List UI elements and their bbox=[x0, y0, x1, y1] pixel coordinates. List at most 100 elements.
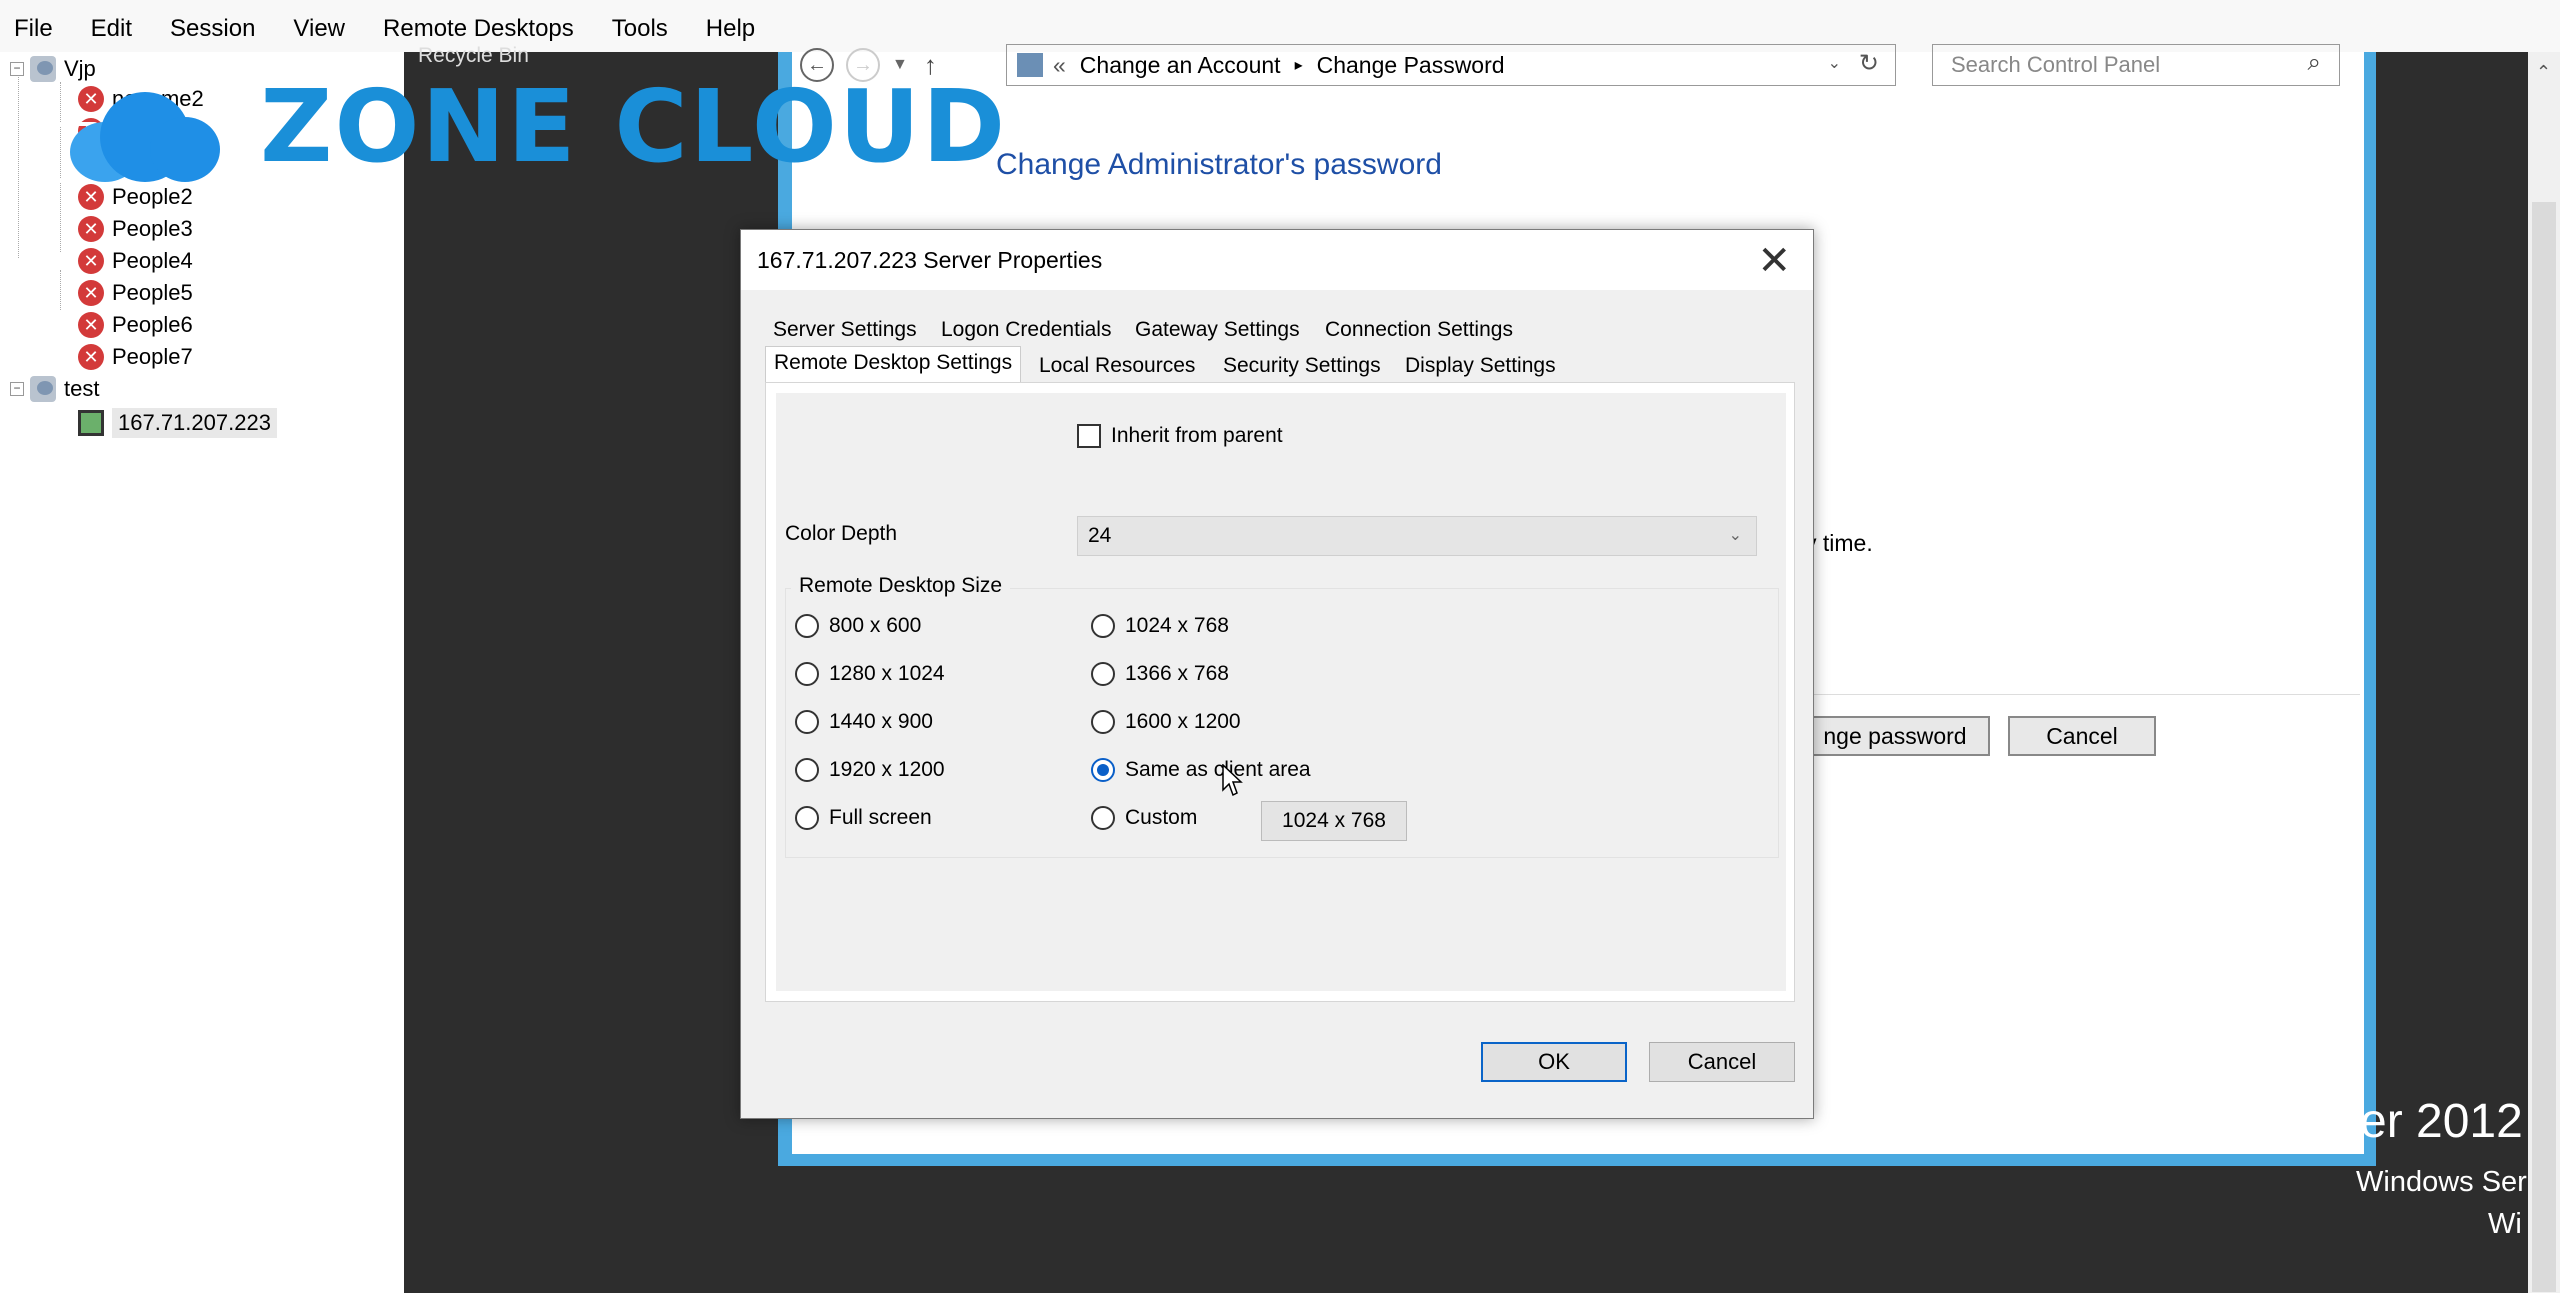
radio-1920x1200[interactable]: 1920 x 1200 bbox=[795, 758, 945, 782]
os-brand-name: Windows Ser bbox=[2356, 1166, 2527, 1198]
monitor-icon bbox=[78, 410, 104, 436]
menu-file[interactable]: File bbox=[14, 15, 53, 43]
radio-1600x1200[interactable]: 1600 x 1200 bbox=[1091, 710, 1241, 734]
cloud-icon bbox=[30, 72, 230, 182]
collapse-icon[interactable]: − bbox=[10, 382, 24, 396]
color-depth-select[interactable]: 24 ⌄ bbox=[1077, 516, 1757, 556]
tree-node-people5[interactable]: ✕ People5 bbox=[78, 280, 193, 306]
radio-1280x1024[interactable]: 1280 x 1024 bbox=[795, 662, 945, 686]
radio-1440x900[interactable]: 1440 x 900 bbox=[795, 710, 933, 734]
menu-edit[interactable]: Edit bbox=[91, 15, 132, 43]
radio-full-screen[interactable]: Full screen bbox=[795, 806, 932, 830]
radio-circle[interactable] bbox=[1091, 614, 1115, 638]
radio-label: Full screen bbox=[829, 806, 932, 829]
os-brand-version: er 2012 bbox=[2360, 1095, 2523, 1148]
radio-circle[interactable] bbox=[795, 662, 819, 686]
tab-local-resources[interactable]: Local Resources bbox=[1031, 350, 1203, 382]
tree-node-server[interactable]: 167.71.207.223 bbox=[78, 408, 277, 438]
tab-display-settings[interactable]: Display Settings bbox=[1397, 350, 1564, 382]
change-password-button[interactable]: nge password bbox=[1800, 716, 1990, 756]
radio-same-as-client-area[interactable]: Same as client area bbox=[1091, 758, 1311, 782]
radio-1366x768[interactable]: 1366 x 768 bbox=[1091, 662, 1229, 686]
custom-size-field[interactable]: 1024 x 768 bbox=[1261, 801, 1407, 841]
scroll-thumb[interactable] bbox=[2532, 202, 2556, 1292]
logo-text: ZONE CLOUD bbox=[260, 68, 1008, 185]
cp-cancel-button[interactable]: Cancel bbox=[2008, 716, 2156, 756]
menu-remote-desktops[interactable]: Remote Desktops bbox=[383, 15, 574, 43]
tab-server-settings[interactable]: Server Settings bbox=[765, 314, 925, 346]
tree-label-selected: 167.71.207.223 bbox=[112, 408, 277, 438]
menu-help[interactable]: Help bbox=[706, 15, 755, 43]
error-icon: ✕ bbox=[78, 184, 104, 210]
radio-circle[interactable] bbox=[795, 614, 819, 638]
tab-gateway-settings[interactable]: Gateway Settings bbox=[1127, 314, 1308, 346]
radio-circle[interactable] bbox=[1091, 806, 1115, 830]
chevron-down-icon[interactable]: ⌄ bbox=[1828, 53, 1841, 73]
tree-node-people3[interactable]: ✕ People3 bbox=[78, 216, 193, 242]
menu-session[interactable]: Session bbox=[170, 15, 255, 43]
error-icon: ✕ bbox=[78, 312, 104, 338]
partial-text: y time. bbox=[1805, 530, 1873, 556]
address-bar[interactable]: « Change an Account ▸ Change Password ⌄ … bbox=[1006, 44, 1896, 86]
radio-800x600[interactable]: 800 x 600 bbox=[795, 614, 921, 638]
tree-label: People5 bbox=[112, 280, 193, 305]
tree-label: test bbox=[64, 376, 100, 401]
tree-label: People2 bbox=[112, 184, 193, 209]
radio-circle[interactable] bbox=[795, 806, 819, 830]
ok-button[interactable]: OK bbox=[1481, 1042, 1627, 1082]
menu-tools[interactable]: Tools bbox=[612, 15, 668, 43]
radio-circle[interactable] bbox=[795, 758, 819, 782]
tab-remote-desktop-settings[interactable]: Remote Desktop Settings bbox=[765, 346, 1022, 384]
refresh-icon[interactable]: ↻ bbox=[1859, 49, 1879, 78]
scrollbar[interactable]: ⌃ bbox=[2528, 52, 2560, 1293]
remote-desktop-size-label: Remote Desktop Size bbox=[791, 574, 1011, 598]
tree-label: People6 bbox=[112, 312, 193, 337]
tree-node-people6[interactable]: ✕ People6 bbox=[78, 312, 193, 338]
server-properties-dialog: 167.71.207.223 Server Properties ✕ Serve… bbox=[740, 229, 1814, 1119]
collapse-icon[interactable]: − bbox=[10, 62, 24, 76]
breadcrumb-overflow[interactable]: « bbox=[1053, 52, 1066, 79]
control-panel-icon bbox=[1017, 53, 1043, 77]
dialog-titlebar: 167.71.207.223 Server Properties ✕ bbox=[741, 230, 1813, 290]
tree-node-people4[interactable]: ✕ People4 bbox=[78, 248, 193, 274]
radio-circle-selected[interactable] bbox=[1091, 758, 1115, 782]
tab-security-settings[interactable]: Security Settings bbox=[1215, 350, 1389, 382]
radio-label: 1366 x 768 bbox=[1125, 662, 1229, 685]
folder-icon bbox=[30, 376, 56, 402]
breadcrumb-change-account[interactable]: Change an Account bbox=[1080, 52, 1281, 79]
radio-label: 1440 x 900 bbox=[829, 710, 933, 733]
radio-label: 1024 x 768 bbox=[1125, 614, 1229, 637]
radio-custom[interactable]: Custom bbox=[1091, 806, 1197, 830]
radio-circle[interactable] bbox=[795, 710, 819, 734]
radio-1024x768[interactable]: 1024 x 768 bbox=[1091, 614, 1229, 638]
close-icon[interactable]: ✕ bbox=[1757, 238, 1791, 284]
tab-connection-settings[interactable]: Connection Settings bbox=[1317, 314, 1521, 346]
tree-node-people2[interactable]: ✕ People2 bbox=[78, 184, 193, 210]
tree-node-people7[interactable]: ✕ People7 bbox=[78, 344, 193, 370]
tab-logon-credentials[interactable]: Logon Credentials bbox=[933, 314, 1119, 346]
search-placeholder: Search Control Panel bbox=[1951, 52, 2161, 77]
radio-circle[interactable] bbox=[1091, 710, 1115, 734]
menu-view[interactable]: View bbox=[293, 15, 345, 43]
cancel-button[interactable]: Cancel bbox=[1649, 1042, 1795, 1082]
color-depth-label: Color Depth bbox=[785, 522, 898, 545]
recycle-bin-label: Recycle Bin bbox=[418, 44, 529, 67]
search-control-panel[interactable]: Search Control Panel ⌕ bbox=[1932, 44, 2340, 86]
radio-circle[interactable] bbox=[1091, 662, 1115, 686]
checkbox-label: Inherit from parent bbox=[1111, 424, 1283, 447]
breadcrumb-change-password[interactable]: Change Password bbox=[1317, 52, 1505, 79]
tree-line bbox=[18, 70, 19, 258]
page-title: Change Administrator's password bbox=[996, 148, 1442, 181]
chevron-down-icon: ⌄ bbox=[1728, 527, 1742, 544]
scroll-up-icon[interactable]: ⌃ bbox=[2536, 62, 2551, 83]
tree-node-test[interactable]: − test bbox=[10, 376, 99, 402]
radio-label: 1920 x 1200 bbox=[829, 758, 945, 781]
search-icon[interactable]: ⌕ bbox=[2308, 49, 2321, 77]
mouse-cursor-icon bbox=[1222, 764, 1243, 797]
radio-label: 1280 x 1024 bbox=[829, 662, 945, 685]
error-icon: ✕ bbox=[78, 280, 104, 306]
inherit-from-parent-checkbox[interactable]: Inherit from parent bbox=[1077, 424, 1283, 448]
checkbox-box[interactable] bbox=[1077, 424, 1101, 448]
radio-label: 800 x 600 bbox=[829, 614, 922, 637]
breadcrumb-arrow-icon: ▸ bbox=[1294, 57, 1303, 74]
